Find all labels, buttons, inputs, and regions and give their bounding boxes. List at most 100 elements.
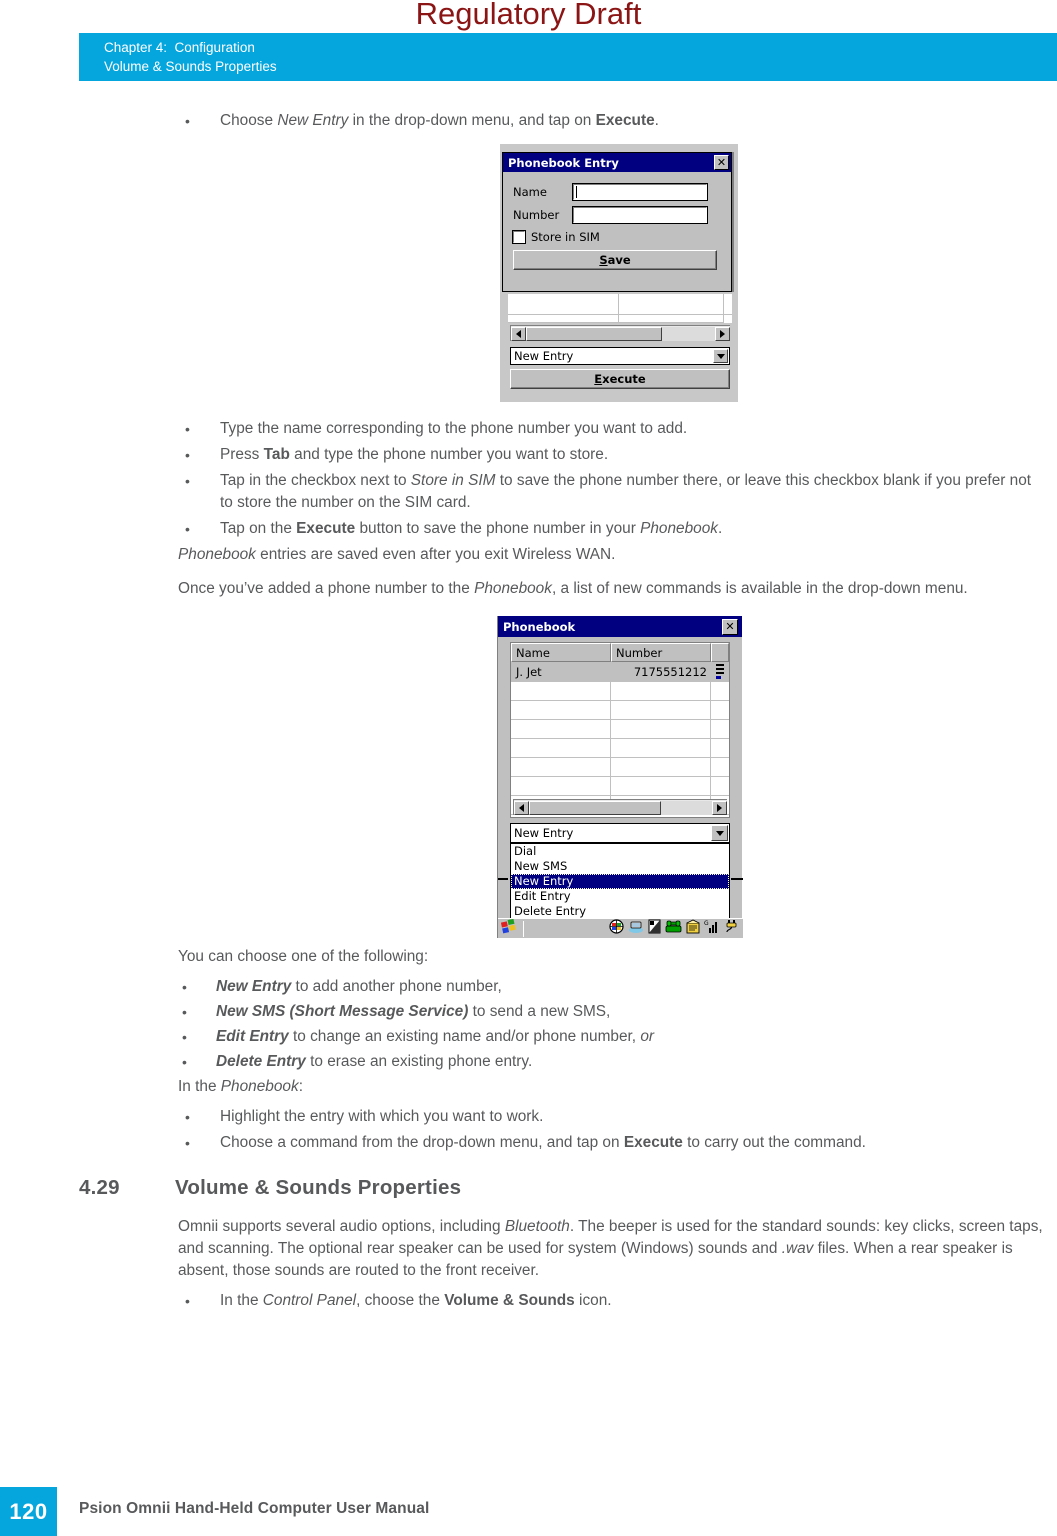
scroll-right-button[interactable] — [715, 326, 730, 341]
list-item: • Press Tab and type the phone number yo… — [175, 444, 1047, 466]
paragraph-once-added: Once you’ve added a phone number to the … — [178, 580, 968, 597]
phonebook-entry-screenshot: New Entry Execute Phonebook Entry ✕ Name — [500, 144, 738, 402]
dialog-body: Name Number Store in SIM S ave — [503, 172, 731, 270]
number-label: Number — [513, 208, 560, 222]
power-plug-icon[interactable] — [724, 919, 739, 938]
name-field[interactable] — [572, 183, 708, 201]
vscroll-grip-icon — [716, 664, 724, 679]
bullet-text: Edit Entry to change an existing name an… — [216, 1028, 655, 1045]
store-in-sim-checkbox[interactable] — [512, 230, 526, 244]
globe-icon[interactable] — [609, 919, 624, 938]
chevron-down-icon[interactable] — [713, 349, 728, 363]
taskbar: G — [498, 918, 743, 938]
command-dropdown-value: New Entry — [514, 349, 574, 363]
save-button[interactable]: Save — [513, 250, 717, 270]
desktop-icon[interactable] — [628, 919, 644, 938]
scroll-thumb[interactable] — [529, 800, 661, 815]
bullet-marker: • — [185, 113, 190, 129]
number-field[interactable] — [572, 206, 708, 224]
dropdown-item-new-sms[interactable]: New SMS — [511, 859, 729, 874]
close-icon[interactable]: ✕ — [714, 155, 729, 170]
phonebook-titlebar: Phonebook ✕ — [498, 616, 742, 637]
window-edge-rule — [498, 878, 508, 880]
bullet-marker: • — [185, 1109, 190, 1125]
tray-icons: G — [609, 919, 739, 938]
list-item: • Tap on the Execute button to save the … — [175, 518, 1047, 540]
execute-button[interactable]: Execute — [510, 369, 730, 389]
triangle-left-icon — [516, 329, 521, 338]
footer-title: Psion Omnii Hand-Held Computer User Manu… — [79, 1500, 430, 1517]
execute-label-rest: xecute — [602, 372, 646, 386]
save-mnemonic: S — [599, 253, 608, 267]
grid-header-row: Name Number — [511, 643, 729, 662]
scroll-track[interactable] — [526, 326, 715, 341]
section-heading: 4.29 Volume & Sounds Properties — [79, 1176, 1057, 1200]
list-item: • Choose a command from the drop-down me… — [175, 1132, 1047, 1154]
bullet-marker: • — [182, 1029, 187, 1045]
dropdown-item-new-entry[interactable]: New Entry — [511, 874, 729, 889]
bullet-text: Highlight the entry with which you want … — [220, 1108, 544, 1125]
bullet-marker: • — [182, 1054, 187, 1070]
bullet-text: Tap on the Execute button to save the ph… — [220, 520, 723, 537]
page-footer: 120 Psion Omnii Hand-Held Computer User … — [0, 1487, 1057, 1536]
phonebook-entry-dialog: Phonebook Entry ✕ Name Number Store in S… — [502, 152, 732, 292]
row-resize-handle[interactable] — [711, 662, 729, 682]
paragraph-omnii-audio: Omnii supports several audio options, in… — [178, 1218, 1043, 1279]
command-dropdown-list[interactable]: Dial New SMS New Entry Edit Entry Delete… — [510, 843, 730, 920]
bullet-marker: • — [185, 1293, 190, 1309]
scroll-left-button[interactable] — [511, 326, 526, 341]
chevron-down-icon[interactable] — [711, 825, 728, 841]
column-header-name[interactable]: Name — [511, 643, 611, 662]
phonebook-title: Phonebook — [503, 619, 576, 634]
bullet-text: New Entry to add another phone number, — [216, 978, 502, 995]
taskbar-divider — [523, 920, 524, 937]
signal-bars-icon[interactable]: G — [704, 919, 720, 938]
modem-icon[interactable] — [686, 919, 700, 938]
page-content: • Choose New Entry in the drop-down menu… — [0, 110, 1057, 1312]
scroll-track[interactable] — [529, 800, 712, 815]
list-item: • Choose New Entry in the drop-down menu… — [175, 110, 1047, 132]
list-item: • In the Control Panel, choose the Volum… — [175, 1290, 1047, 1312]
bullet-marker: • — [185, 421, 190, 437]
scroll-left-button[interactable] — [514, 800, 529, 815]
start-icon[interactable] — [500, 918, 518, 939]
triangle-right-icon — [717, 803, 722, 812]
column-header-number[interactable]: Number — [611, 643, 711, 662]
dropdown-item-delete-entry[interactable]: Delete Entry — [511, 904, 729, 919]
header-section-line: Volume & Sounds Properties — [104, 59, 277, 74]
dropdown-item-dial[interactable]: Dial — [511, 844, 729, 859]
bullet-text: New SMS (Short Message Service) to send … — [216, 1003, 611, 1020]
regulatory-draft-watermark: Regulatory Draft — [415, 0, 642, 31]
cell-name: J. Jet — [511, 662, 611, 682]
header-chapter-line: Chapter 4: Configuration — [104, 40, 255, 55]
list-item: • Edit Entry to change an existing name … — [178, 1026, 1050, 1048]
section-number: 4.29 — [79, 1176, 120, 1199]
bullet-text: In the Control Panel, choose the Volume … — [220, 1292, 612, 1309]
triangle-right-icon — [720, 329, 725, 338]
phone-icon[interactable] — [665, 919, 682, 938]
bullet-marker: • — [182, 979, 187, 995]
execute-mnemonic: E — [594, 372, 603, 386]
horizontal-scrollbar[interactable] — [513, 799, 727, 815]
svg-text:G: G — [704, 920, 709, 927]
page-number: 120 — [0, 1487, 57, 1536]
paragraph-in-the-phonebook: In the Phonebook: — [178, 1078, 303, 1095]
command-dropdown-value: New Entry — [514, 826, 574, 840]
command-dropdown[interactable]: New Entry — [510, 823, 730, 843]
list-item: • Type the name corresponding to the pho… — [175, 418, 1047, 440]
bullet-text: Choose a command from the drop-down menu… — [220, 1134, 866, 1151]
phonebook-screenshot: Phonebook ✕ Name Number J. Jet 717555121… — [497, 616, 743, 938]
triangle-left-icon — [519, 803, 524, 812]
scroll-right-button[interactable] — [712, 800, 727, 815]
table-row[interactable]: J. Jet 7175551212 — [511, 662, 729, 682]
empty-rows — [511, 682, 729, 815]
scroll-thumb[interactable] — [526, 326, 663, 341]
list-item: • Highlight the entry with which you wan… — [175, 1106, 1047, 1128]
dropdown-item-edit-entry[interactable]: Edit Entry — [511, 889, 729, 904]
storage-icon[interactable] — [648, 919, 661, 938]
command-dropdown[interactable]: New Entry — [510, 347, 730, 365]
phonebook-grid: Name Number J. Jet 7175551212 — [510, 642, 730, 818]
cell-number: 7175551212 — [633, 665, 707, 679]
close-icon[interactable]: ✕ — [722, 619, 738, 635]
horizontal-scrollbar[interactable] — [510, 325, 730, 341]
